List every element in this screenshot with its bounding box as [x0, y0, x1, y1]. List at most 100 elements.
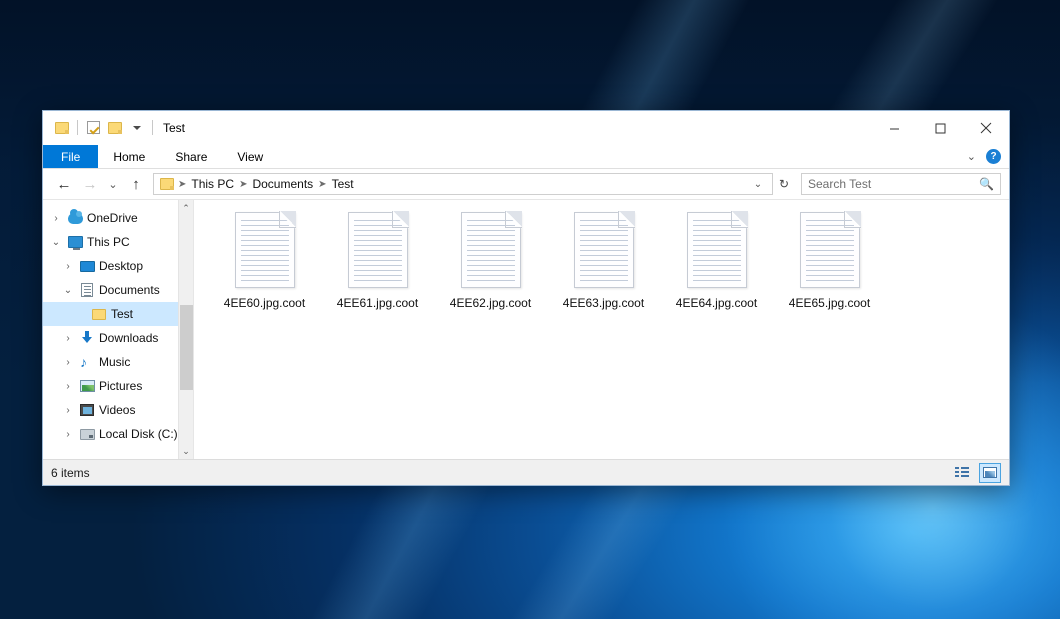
customize-quick-access-chevron-icon[interactable]: [126, 117, 148, 139]
expander-icon[interactable]: ›: [61, 381, 75, 392]
scroll-up-arrow-icon[interactable]: ⌃: [179, 200, 193, 216]
expander-icon[interactable]: ⌄: [61, 285, 75, 296]
breadcrumb-test[interactable]: Test: [329, 177, 357, 191]
minimize-button[interactable]: [871, 111, 917, 145]
new-folder-icon[interactable]: [104, 117, 126, 139]
maximize-button[interactable]: [917, 111, 963, 145]
breadcrumb-documents[interactable]: Documents: [249, 177, 316, 191]
file-item[interactable]: 4EE61.jpg.coot: [321, 208, 434, 326]
window-body: › OneDrive ⌄ This PC › Desktop ⌄: [43, 199, 1009, 459]
expander-icon[interactable]: ›: [61, 261, 75, 272]
sidebar-item-label: OneDrive: [87, 211, 138, 225]
folder-icon[interactable]: [51, 117, 73, 139]
address-folder-icon: [160, 178, 174, 190]
scrollbar-thumb[interactable]: [180, 305, 193, 390]
generic-file-icon: [574, 212, 634, 288]
file-name: 4EE62.jpg.coot: [450, 296, 531, 310]
pc-icon: [67, 234, 83, 250]
sidebar-item-downloads[interactable]: › Downloads: [43, 326, 193, 350]
sidebar-item-label: Downloads: [99, 331, 158, 345]
search-box[interactable]: Search Test 🔍: [801, 173, 1001, 195]
expander-icon[interactable]: ›: [61, 405, 75, 416]
file-item[interactable]: 4EE60.jpg.coot: [208, 208, 321, 326]
refresh-button[interactable]: ↻: [773, 173, 795, 195]
sidebar-item-label: Pictures: [99, 379, 142, 393]
sidebar-item-label: Videos: [99, 403, 135, 417]
tab-view[interactable]: View: [222, 145, 278, 168]
navigation-pane: › OneDrive ⌄ This PC › Desktop ⌄: [43, 200, 193, 459]
file-name: 4EE65.jpg.coot: [789, 296, 870, 310]
file-grid: 4EE60.jpg.coot 4EE61.jpg.coot: [208, 208, 1009, 326]
ribbon-right-controls: ⌄ ?: [967, 145, 1009, 168]
view-switcher: [951, 463, 1001, 483]
sidebar-item-desktop[interactable]: › Desktop: [43, 254, 193, 278]
large-icons-view-button[interactable]: [979, 463, 1001, 483]
generic-file-icon: [348, 212, 408, 288]
expander-icon[interactable]: ›: [61, 357, 75, 368]
file-item[interactable]: 4EE63.jpg.coot: [547, 208, 660, 326]
breadcrumb-separator: ➤: [176, 179, 188, 190]
search-icon[interactable]: 🔍: [979, 177, 994, 191]
properties-checkbox-icon[interactable]: [82, 117, 104, 139]
file-explorer-window: Test File Home Share View ⌄ ?: [42, 110, 1010, 486]
chevron-down-icon[interactable]: ⌄: [967, 150, 976, 163]
sidebar-item-label: This PC: [87, 235, 130, 249]
disk-icon: [79, 426, 95, 442]
generic-file-icon: [235, 212, 295, 288]
sidebar-item-label: Documents: [99, 283, 160, 297]
desktop-icon: [79, 258, 95, 274]
breadcrumb-this-pc[interactable]: This PC: [188, 177, 237, 191]
sidebar-item-label: Desktop: [99, 259, 143, 273]
sidebar-item-music[interactable]: › ♪ Music: [43, 350, 193, 374]
sidebar-item-label: Music: [99, 355, 130, 369]
sidebar-item-local-disk-c[interactable]: › Local Disk (C:): [43, 422, 193, 446]
file-name: 4EE64.jpg.coot: [676, 296, 757, 310]
file-list-pane[interactable]: 4EE60.jpg.coot 4EE61.jpg.coot: [193, 200, 1009, 459]
address-bar[interactable]: ➤ This PC ➤ Documents ➤ Test ⌄: [153, 173, 773, 195]
folder-icon: [91, 306, 107, 322]
close-button[interactable]: [963, 111, 1009, 145]
generic-file-icon: [461, 212, 521, 288]
expander-icon[interactable]: ›: [61, 333, 75, 344]
music-icon: ♪: [79, 354, 95, 370]
address-dropdown-chevron-icon[interactable]: ⌄: [748, 179, 768, 190]
scroll-down-arrow-icon[interactable]: ⌄: [179, 443, 193, 459]
file-item[interactable]: 4EE64.jpg.coot: [660, 208, 773, 326]
status-bar: 6 items: [43, 459, 1009, 485]
title-bar: Test: [43, 111, 1009, 145]
tab-file[interactable]: File: [43, 145, 98, 168]
breadcrumb-separator: ➤: [237, 179, 249, 190]
forward-button: →: [77, 171, 103, 197]
pictures-icon: [79, 378, 95, 394]
window-controls: [871, 111, 1009, 144]
expander-icon[interactable]: ⌄: [49, 237, 63, 248]
help-icon[interactable]: ?: [986, 149, 1001, 164]
recent-locations-chevron-icon[interactable]: ⌄: [103, 171, 123, 197]
document-icon: [79, 282, 95, 298]
details-view-button[interactable]: [951, 463, 973, 483]
up-button[interactable]: ↑: [123, 171, 149, 197]
search-input[interactable]: Search Test: [808, 177, 979, 191]
expander-icon[interactable]: ›: [49, 213, 63, 224]
tab-share[interactable]: Share: [160, 145, 222, 168]
expander-icon[interactable]: ›: [61, 429, 75, 440]
sidebar-item-onedrive[interactable]: › OneDrive: [43, 206, 193, 230]
file-item[interactable]: 4EE65.jpg.coot: [773, 208, 886, 326]
sidebar-item-this-pc[interactable]: ⌄ This PC: [43, 230, 193, 254]
tab-home[interactable]: Home: [98, 145, 160, 168]
cloud-icon: [67, 210, 83, 226]
videos-icon: [79, 402, 95, 418]
item-count-label: 6 items: [51, 466, 90, 480]
sidebar-item-test[interactable]: Test: [43, 302, 193, 326]
back-button[interactable]: ←: [51, 171, 77, 197]
sidebar-item-pictures[interactable]: › Pictures: [43, 374, 193, 398]
window-title: Test: [163, 121, 185, 135]
navigation-pane-scrollbar[interactable]: ⌃ ⌄: [178, 200, 193, 459]
qat-separator: [77, 120, 78, 135]
sidebar-item-videos[interactable]: › Videos: [43, 398, 193, 422]
sidebar-item-documents[interactable]: ⌄ Documents: [43, 278, 193, 302]
desktop: Test File Home Share View ⌄ ?: [0, 0, 1060, 619]
address-bar-row: ← → ⌄ ↑ ➤ This PC ➤ Documents ➤ Test ⌄ ↻…: [43, 169, 1009, 199]
file-item[interactable]: 4EE62.jpg.coot: [434, 208, 547, 326]
file-name: 4EE60.jpg.coot: [224, 296, 305, 310]
